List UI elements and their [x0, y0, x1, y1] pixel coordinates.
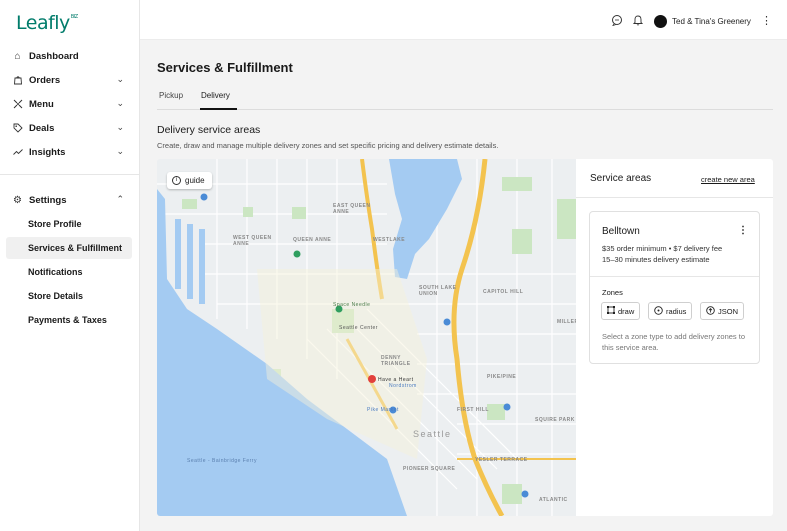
- sidebar-item-label: Deals: [29, 122, 55, 134]
- active-tab-indicator: [200, 108, 237, 110]
- sidebar: LeaflyBIZ ⌂ Dashboard Orders ⌄ Menu ⌄ De…: [0, 0, 140, 531]
- map-label-nordstrom: Nordstrom: [389, 383, 417, 389]
- zone-json-button[interactable]: JSON: [700, 302, 745, 320]
- page-title: Services & Fulfillment: [157, 60, 293, 75]
- zone-radius-label: radius: [666, 306, 687, 316]
- sidebar-subitem-notifications[interactable]: Notifications: [6, 261, 132, 283]
- map-label-ferry: Seattle - Bainbridge Ferry: [187, 458, 257, 464]
- tag-icon: [12, 123, 23, 134]
- gear-icon: ⚙: [13, 194, 22, 206]
- panel-title: Service areas: [590, 173, 652, 184]
- create-new-area-link[interactable]: create new area: [701, 175, 755, 184]
- store-name[interactable]: Ted & Tina's Greenery: [672, 17, 751, 26]
- sidebar-item-label: Orders: [29, 74, 61, 86]
- service-area-pricing: $35 order minimum • $7 delivery fee: [602, 244, 723, 253]
- section-description: Create, draw and manage multiple deliver…: [157, 141, 499, 150]
- avatar[interactable]: [654, 15, 667, 28]
- tab-bar: Pickup Delivery: [157, 88, 773, 110]
- bag-icon: [12, 75, 23, 86]
- sidebar-item-menu[interactable]: Menu ⌄: [6, 93, 132, 115]
- zone-draw-label: draw: [618, 306, 635, 316]
- map-label-seattle: Seattle: [413, 429, 452, 439]
- service-area-card[interactable]: Belltown ⋮ $35 order minimum • $7 delive…: [589, 211, 760, 364]
- panel-divider: [576, 197, 773, 198]
- zone-radius-button[interactable]: radius: [648, 302, 693, 320]
- delivery-map[interactable]: EAST QUEEN ANNE WEST QUEEN ANNE QUEEN AN…: [157, 159, 587, 516]
- guide-label: guide: [185, 176, 205, 185]
- card-divider: [590, 276, 759, 277]
- sidebar-item-deals[interactable]: Deals ⌄: [6, 117, 132, 139]
- sidebar-item-label: Menu: [29, 98, 54, 110]
- map-label-denny-triangle: DENNY TRIANGLE: [381, 355, 411, 367]
- sidebar-item-insights[interactable]: Insights ⌄: [6, 141, 132, 163]
- map-label-pike-pine: PIKE/PINE: [487, 374, 517, 380]
- leafly-logo[interactable]: LeaflyBIZ: [16, 12, 78, 34]
- sidebar-item-label: Insights: [29, 146, 66, 158]
- map-label-pike-market: Pike Market: [367, 407, 399, 413]
- sidebar-subitem-payments-taxes[interactable]: Payments & Taxes: [6, 309, 132, 331]
- chevron-down-icon: ⌄: [116, 98, 124, 108]
- map-label-space-needle: Space Needle: [333, 302, 371, 308]
- tab-pickup[interactable]: Pickup: [159, 91, 183, 100]
- trend-icon: [12, 147, 23, 158]
- tab-delivery[interactable]: Delivery: [201, 91, 230, 100]
- map-label-west-queen-anne: WEST QUEEN ANNE: [233, 235, 272, 247]
- chat-icon[interactable]: [611, 14, 623, 27]
- chevron-down-icon: ⌄: [116, 146, 124, 156]
- zone-help-text: Select a zone type to add delivery zones…: [602, 332, 746, 352]
- menu-icon: [12, 99, 23, 110]
- upload-icon: [706, 305, 715, 317]
- zones-label: Zones: [602, 288, 623, 297]
- zone-draw-button[interactable]: draw: [601, 302, 641, 320]
- chevron-up-icon: ⌃: [116, 194, 124, 204]
- map-label-atlantic: ATLANTIC: [539, 497, 568, 503]
- square-icon: [607, 306, 615, 316]
- sidebar-subitem-store-details[interactable]: Store Details: [6, 285, 132, 307]
- bell-icon[interactable]: [632, 14, 644, 26]
- sidebar-item-dashboard[interactable]: ⌂ Dashboard: [6, 45, 132, 67]
- sidebar-item-settings[interactable]: ⚙ Settings ⌃: [6, 189, 132, 211]
- service-area-estimate: 15–30 minutes delivery estimate: [602, 255, 710, 264]
- radius-icon: [654, 305, 663, 317]
- zone-json-label: JSON: [718, 306, 739, 316]
- chevron-down-icon: ⌄: [116, 122, 124, 132]
- map-label-westlake: WESTLAKE: [373, 237, 406, 243]
- home-icon: ⌂: [14, 50, 21, 62]
- map-label-pioneer-square: PIONEER SQUARE: [403, 466, 456, 472]
- map-label-seattle-center: Seattle Center: [339, 325, 378, 331]
- service-area-name: Belltown: [602, 226, 640, 237]
- map-label-queen-anne: QUEEN ANNE: [293, 237, 332, 243]
- map-label-capitol-hill: CAPITOL HILL: [483, 289, 524, 295]
- top-bar: Ted & Tina's Greenery ⋮: [140, 0, 787, 40]
- kebab-menu-icon[interactable]: ⋮: [761, 14, 772, 27]
- section-title: Delivery service areas: [157, 124, 261, 136]
- card-kebab-icon[interactable]: ⋮: [738, 225, 748, 236]
- map-label-yesler-terrace: YESLER TERRACE: [475, 457, 528, 463]
- guide-button[interactable]: i guide: [167, 172, 212, 189]
- service-areas-panel: Service areas create new area Belltown ⋮…: [576, 159, 773, 516]
- sidebar-item-orders[interactable]: Orders ⌄: [6, 69, 132, 91]
- map-label-squire-park: SQUIRE PARK: [535, 417, 575, 423]
- map-label-south-lake-union: SOUTH LAKE UNION: [419, 285, 457, 297]
- sidebar-divider: [0, 174, 139, 175]
- info-icon: i: [172, 176, 181, 185]
- sidebar-item-label: Dashboard: [29, 50, 79, 62]
- sidebar-item-label: Settings: [29, 194, 67, 206]
- sidebar-subitem-services-fulfillment[interactable]: Services & Fulfillment: [6, 237, 132, 259]
- chevron-down-icon: ⌄: [116, 74, 124, 84]
- sidebar-subitem-store-profile[interactable]: Store Profile: [6, 213, 132, 235]
- map-label-east-queen-anne: EAST QUEEN ANNE: [333, 203, 371, 215]
- map-label-first-hill: FIRST HILL: [457, 407, 489, 413]
